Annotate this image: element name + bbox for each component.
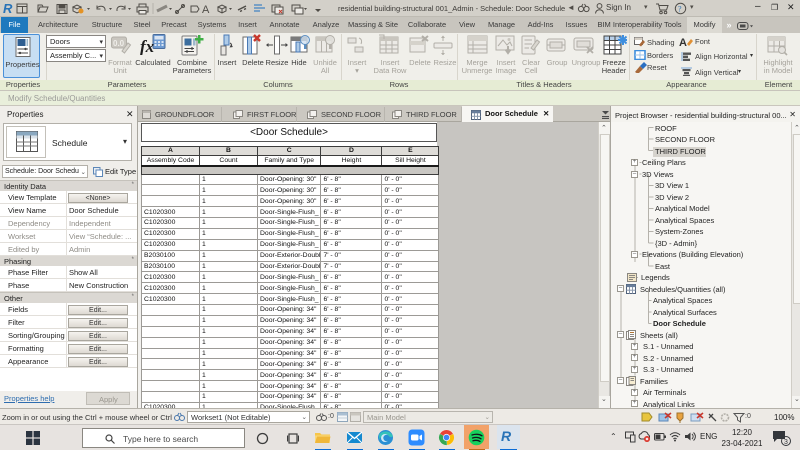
svg-text:A: A bbox=[679, 37, 687, 47]
svg-text:3: 3 bbox=[784, 439, 788, 446]
svg-text:A: A bbox=[202, 4, 210, 15]
svg-text:0.0: 0.0 bbox=[113, 39, 125, 48]
svg-text:?: ? bbox=[678, 5, 682, 14]
svg-text:fx: fx bbox=[140, 37, 155, 55]
